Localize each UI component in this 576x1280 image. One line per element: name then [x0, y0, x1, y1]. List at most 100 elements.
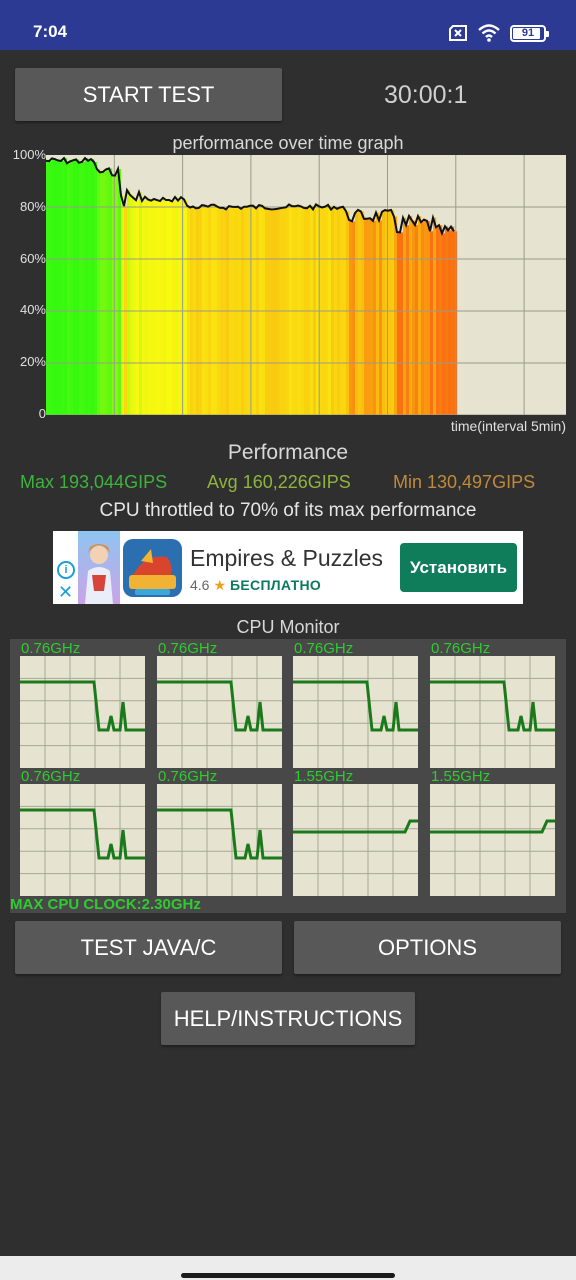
- test-java-button[interactable]: TEST JAVA/C: [15, 921, 282, 974]
- x-axis-caption: time(interval 5min): [450, 418, 566, 434]
- performance-bar: [88, 160, 92, 415]
- performance-bar: [160, 201, 164, 415]
- performance-bar: [259, 205, 263, 415]
- performance-bar: [412, 220, 416, 415]
- performance-bar: [271, 209, 275, 415]
- performance-bar: [118, 168, 122, 415]
- performance-bar: [382, 211, 386, 415]
- performance-bar: [400, 232, 404, 415]
- sim-icon: [449, 25, 467, 41]
- performance-bar: [415, 224, 419, 415]
- core-frequency-6: 1.55GHz: [294, 768, 354, 785]
- performance-bar: [139, 192, 143, 415]
- performance-bar: [205, 205, 209, 415]
- performance-title: Performance: [227, 441, 349, 464]
- y-tick-0: 0: [38, 406, 46, 421]
- performance-bar: [346, 211, 350, 415]
- performance-bar: [82, 161, 86, 415]
- performance-bar: [175, 196, 179, 415]
- core-graph-5: [157, 784, 282, 896]
- min-performance: Min 130,497GIPS: [393, 472, 536, 492]
- ad-info-icon[interactable]: i: [57, 561, 75, 579]
- ad-close-icon[interactable]: ✕: [58, 583, 73, 601]
- performance-bar: [391, 209, 395, 415]
- performance-bar: [73, 160, 77, 415]
- battery-level: 91: [521, 27, 535, 39]
- core-frequency-1: 0.76GHz: [158, 640, 218, 657]
- performance-bar: [55, 159, 59, 415]
- battery-icon: 91: [510, 24, 549, 42]
- performance-bar: [448, 230, 452, 415]
- core-graph-3: [430, 656, 555, 768]
- help-instructions-button[interactable]: HELP/INSTRUCTIONS: [161, 992, 415, 1045]
- performance-bar: [211, 204, 215, 415]
- performance-bar: [313, 209, 317, 415]
- star-icon: ★: [213, 577, 227, 593]
- performance-bar: [298, 205, 302, 415]
- performance-bar: [433, 217, 437, 415]
- y-tick-20: 20%: [19, 354, 46, 369]
- max-cpu-clock: MAX CPU CLOCK:2.30GHz: [10, 896, 201, 913]
- performance-bar: [328, 204, 332, 415]
- performance-bar: [61, 160, 65, 415]
- performance-bar: [79, 162, 83, 415]
- performance-bar: [373, 220, 377, 415]
- performance-bar: [349, 219, 353, 415]
- performance-bar: [187, 205, 191, 415]
- performance-bar: [277, 208, 281, 415]
- performance-bar: [241, 208, 245, 415]
- performance-bar: [85, 158, 89, 415]
- performance-bar: [331, 209, 335, 415]
- performance-bar: [67, 163, 71, 415]
- ad-price: БЕСПЛАТНО: [230, 577, 322, 593]
- performance-bar: [445, 226, 449, 415]
- performance-bar: [337, 208, 341, 415]
- performance-bar: [424, 219, 428, 415]
- avg-performance: Avg 160,226GIPS: [207, 472, 351, 492]
- ad-banner[interactable]: i ✕ Empires & Puzzles 4.6 ★ БЕСПЛАТНО Уста…: [53, 531, 523, 604]
- y-tick-60: 60%: [19, 251, 46, 266]
- performance-bar: [145, 196, 149, 415]
- performance-bar: [376, 212, 380, 415]
- test-timer: 30:00:1: [384, 81, 468, 109]
- performance-bar: [97, 169, 101, 415]
- home-gesture-bar[interactable]: [181, 1273, 395, 1278]
- core-frequency-2: 0.76GHz: [294, 640, 354, 657]
- performance-bar: [148, 199, 152, 415]
- performance-bar: [184, 199, 188, 415]
- start-test-button[interactable]: START TEST: [15, 68, 282, 121]
- cpu-monitor-title: CPU Monitor: [236, 617, 340, 637]
- performance-bar: [142, 200, 146, 415]
- performance-bar: [310, 205, 314, 415]
- core-frequency-3: 0.76GHz: [431, 640, 491, 657]
- performance-bar: [64, 158, 68, 415]
- performance-bar: [103, 171, 107, 415]
- performance-bar: [265, 208, 269, 415]
- ad-game-icon: [123, 539, 182, 597]
- performance-bar: [172, 201, 176, 415]
- performance-bar: [274, 209, 278, 415]
- core-frequency-0: 0.76GHz: [21, 640, 81, 657]
- performance-bar: [94, 161, 98, 415]
- y-tick-100: 100%: [12, 147, 46, 162]
- wifi-icon: [478, 24, 500, 42]
- options-button[interactable]: OPTIONS: [294, 921, 561, 974]
- performance-bar: [130, 194, 134, 415]
- performance-bar: [49, 161, 53, 415]
- performance-bar: [166, 199, 170, 415]
- performance-bar: [370, 218, 374, 415]
- ad-install-button[interactable]: Установить: [400, 543, 517, 592]
- performance-bar: [361, 211, 365, 415]
- battery-tip: [546, 30, 549, 37]
- y-tick-80: 80%: [19, 199, 46, 214]
- performance-bar: [289, 204, 293, 415]
- performance-bar: [439, 225, 443, 415]
- performance-bar: [403, 217, 407, 415]
- performance-bar: [307, 208, 311, 415]
- core-frequency-5: 0.76GHz: [158, 768, 218, 785]
- performance-bar: [127, 190, 131, 415]
- performance-bar: [436, 227, 440, 415]
- performance-bar: [367, 218, 371, 415]
- max-performance: Max 193,044GIPS: [20, 472, 168, 492]
- core-graph-7: [430, 784, 555, 896]
